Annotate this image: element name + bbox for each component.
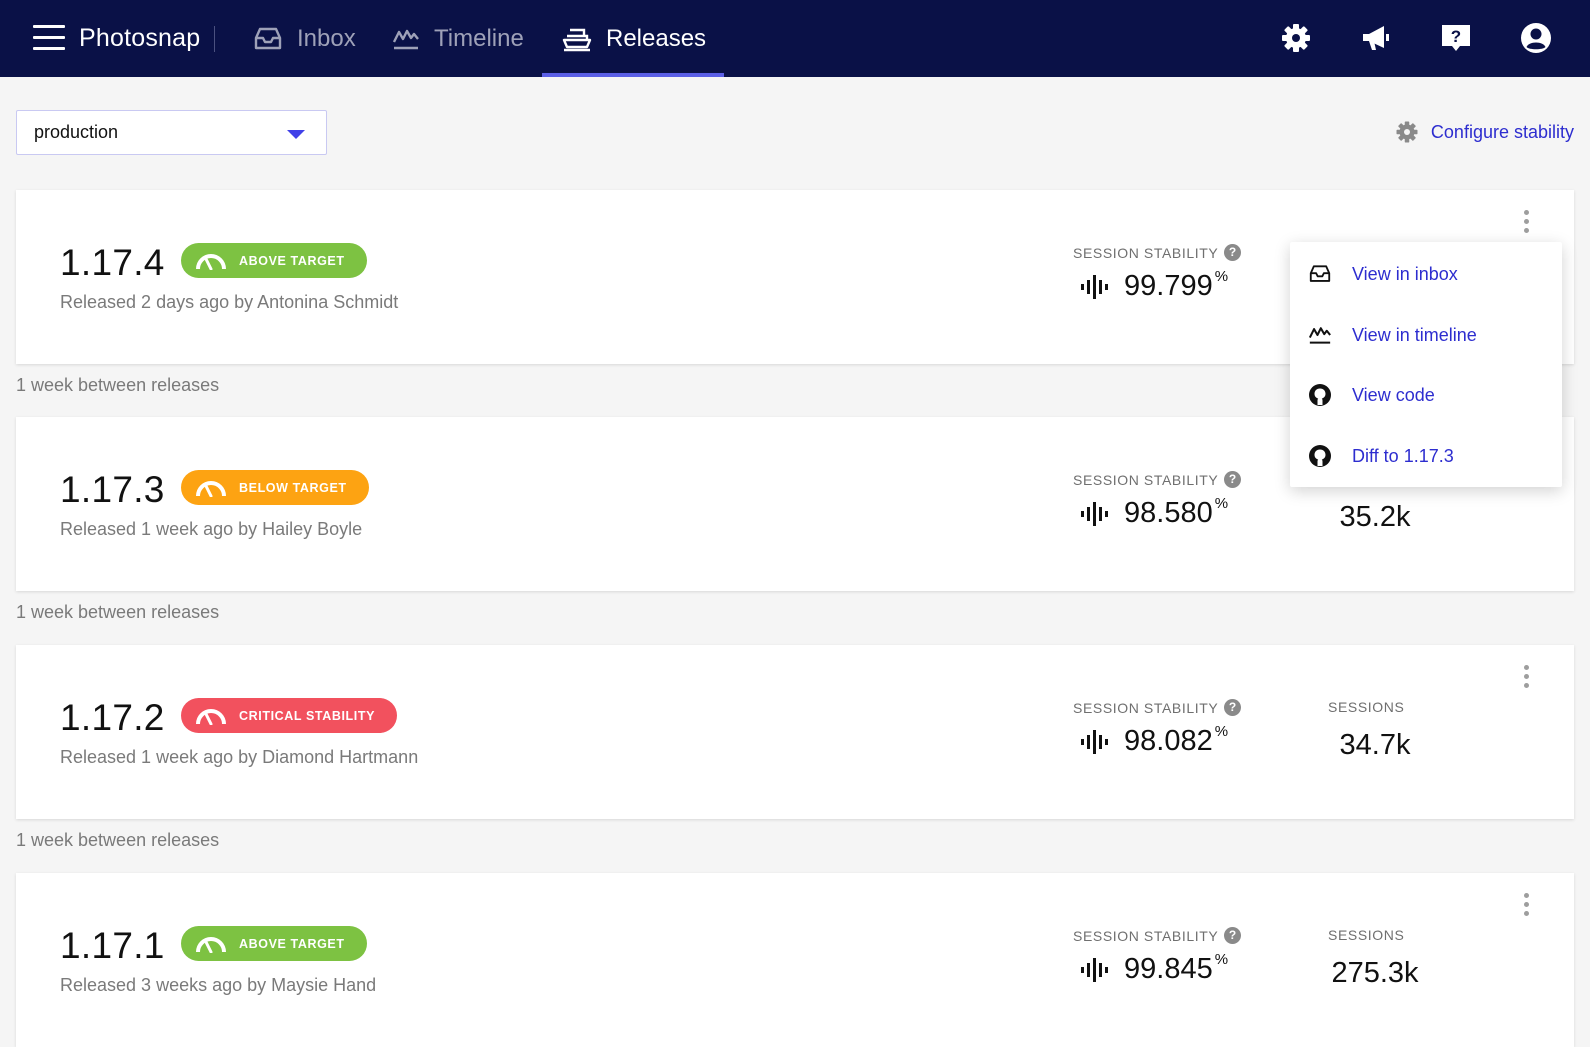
- gauge-icon: [196, 708, 226, 725]
- tab-timeline-label: Timeline: [434, 24, 524, 52]
- timeline-icon: [1308, 327, 1331, 344]
- percent-unit: %: [1214, 951, 1229, 968]
- percent-unit: %: [1214, 495, 1229, 512]
- stability-percent: 98.082: [1124, 725, 1213, 757]
- gauge-icon: [196, 480, 226, 497]
- stability-percent: 98.580: [1124, 497, 1213, 529]
- inbox-icon: [254, 27, 282, 49]
- help-icon[interactable]: ?: [1224, 471, 1242, 488]
- percent-unit: %: [1214, 723, 1229, 740]
- more-options-icon[interactable]: [1519, 893, 1533, 917]
- tab-inbox-label: Inbox: [297, 24, 356, 52]
- more-options-icon[interactable]: [1519, 210, 1533, 234]
- menu-item-view-in-timeline[interactable]: View in timeline: [1290, 305, 1562, 365]
- session-stability-value: 99.845 %: [1080, 951, 1229, 986]
- sessions-label: SESSIONS: [1328, 699, 1405, 715]
- github-icon: [1309, 445, 1331, 467]
- help-icon[interactable]: ?: [1440, 22, 1472, 54]
- gauge-icon: [196, 253, 226, 270]
- menu-item-diff[interactable]: Diff to 1.17.3: [1290, 426, 1562, 486]
- sessions-value: 35.2k: [1339, 501, 1411, 533]
- release-meta: Released 3 weeks ago by Maysie Hand: [60, 975, 377, 995]
- menu-item-view-in-inbox[interactable]: View in inbox: [1290, 244, 1562, 304]
- waveform-icon: [1081, 501, 1108, 526]
- inbox-icon: [1309, 265, 1331, 282]
- svg-text:?: ?: [1451, 27, 1461, 46]
- menu-item-label: View code: [1352, 384, 1435, 405]
- hamburger-menu-icon[interactable]: [33, 25, 65, 51]
- configure-stability-link[interactable]: Configure stability: [1395, 120, 1574, 144]
- settings-icon[interactable]: [1280, 22, 1312, 54]
- menu-item-label: Diff to 1.17.3: [1352, 445, 1454, 466]
- status-badge-label: ABOVE TARGET: [239, 936, 345, 951]
- help-icon[interactable]: ?: [1224, 244, 1242, 261]
- release-version[interactable]: 1.17.1: [60, 925, 165, 967]
- sessions-label: SESSIONS: [1328, 927, 1405, 943]
- session-stability-label: SESSION STABILITY ?: [1073, 927, 1242, 944]
- release-version[interactable]: 1.17.2: [60, 697, 165, 739]
- gear-icon: [1396, 121, 1418, 143]
- release-version[interactable]: 1.17.3: [60, 469, 165, 511]
- environment-select[interactable]: production: [16, 110, 327, 155]
- waveform-icon: [1081, 957, 1108, 982]
- status-badge: ABOVE TARGET: [181, 243, 367, 278]
- release-interval: 1 week between releases: [16, 830, 220, 850]
- timeline-icon: [392, 29, 419, 49]
- session-stability-value: 98.580 %: [1080, 495, 1229, 530]
- status-badge-label: ABOVE TARGET: [239, 253, 345, 268]
- waveform-icon: [1081, 274, 1108, 299]
- status-badge: BELOW TARGET: [181, 470, 369, 505]
- status-badge-label: CRITICAL STABILITY: [239, 708, 376, 723]
- menu-item-view-code[interactable]: View code: [1290, 365, 1562, 425]
- sessions-value: 275.3k: [1331, 957, 1419, 989]
- session-stability-label: SESSION STABILITY ?: [1073, 244, 1242, 261]
- release-meta: Released 1 week ago by Hailey Boyle: [60, 519, 363, 539]
- status-badge-label: BELOW TARGET: [239, 480, 347, 495]
- menu-item-label: View in timeline: [1352, 324, 1477, 345]
- session-stability-value: 99.799 %: [1080, 268, 1229, 303]
- tab-timeline[interactable]: Timeline: [392, 0, 524, 77]
- releases-icon: [562, 28, 592, 51]
- help-icon[interactable]: ?: [1224, 927, 1242, 944]
- stability-percent: 99.845: [1124, 953, 1213, 985]
- release-card[interactable]: 1.17.2 CRITICAL STABILITY Released 1 wee…: [16, 645, 1574, 819]
- stability-percent: 99.799: [1124, 270, 1213, 302]
- brand-divider: [214, 26, 215, 52]
- chevron-down-icon: [287, 130, 305, 139]
- percent-unit: %: [1214, 268, 1229, 285]
- top-navigation-bar: Photosnap Inbox Timeline Releases ?: [0, 0, 1590, 77]
- release-meta: Released 1 week ago by Diamond Hartmann: [60, 747, 419, 767]
- release-card[interactable]: 1.17.1 ABOVE TARGET Released 3 weeks ago…: [16, 873, 1574, 1047]
- more-options-icon[interactable]: [1519, 665, 1533, 689]
- session-stability-label: SESSION STABILITY ?: [1073, 471, 1242, 488]
- help-icon[interactable]: ?: [1224, 699, 1242, 716]
- environment-value: production: [34, 122, 119, 142]
- menu-item-label: View in inbox: [1352, 263, 1458, 284]
- tab-releases-label: Releases: [606, 24, 707, 52]
- tab-inbox[interactable]: Inbox: [253, 0, 356, 77]
- status-badge: ABOVE TARGET: [181, 926, 367, 961]
- session-stability-label: SESSION STABILITY ?: [1073, 699, 1242, 716]
- user-icon[interactable]: [1520, 22, 1552, 54]
- release-version[interactable]: 1.17.4: [60, 242, 165, 284]
- github-icon: [1309, 384, 1331, 406]
- release-interval: 1 week between releases: [16, 602, 220, 622]
- status-badge: CRITICAL STABILITY: [181, 698, 398, 733]
- gauge-icon: [196, 936, 226, 953]
- release-context-menu: View in inbox View in timeline View code…: [1290, 242, 1562, 487]
- release-interval: 1 week between releases: [16, 375, 220, 395]
- tab-releases[interactable]: Releases: [541, 0, 725, 77]
- sessions-value: 34.7k: [1339, 729, 1411, 761]
- release-meta: Released 2 days ago by Antonina Schmidt: [60, 292, 399, 312]
- session-stability-value: 98.082 %: [1080, 723, 1229, 758]
- announcement-icon[interactable]: [1360, 22, 1392, 54]
- configure-stability-label: Configure stability: [1430, 121, 1574, 142]
- waveform-icon: [1081, 729, 1108, 754]
- brand-name[interactable]: Photosnap: [79, 24, 200, 53]
